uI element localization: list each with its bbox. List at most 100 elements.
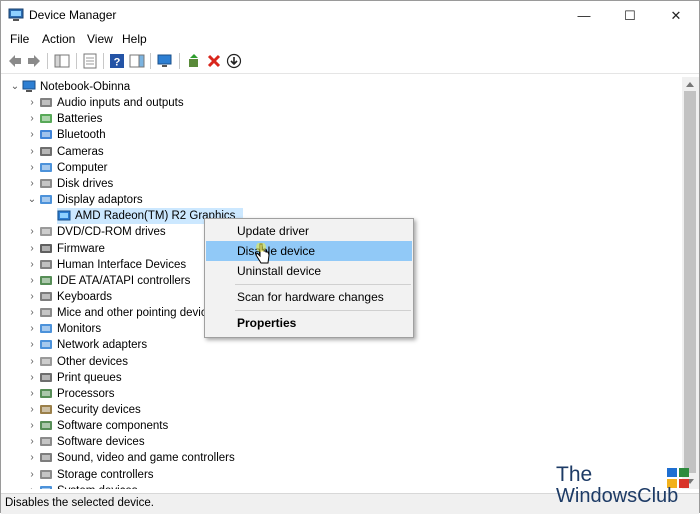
ctx-disable-device[interactable]: Disable device <box>206 241 412 261</box>
disable-device-download-icon[interactable] <box>226 53 242 69</box>
expand-chevron-icon[interactable]: › <box>27 402 37 418</box>
ctx-update-driver[interactable]: Update driver <box>206 221 412 241</box>
collapse-chevron-icon[interactable]: ⌄ <box>10 79 20 95</box>
tree-category-security-devices[interactable]: › Security devices <box>30 402 162 418</box>
tree-item-label: Firmware <box>57 243 105 255</box>
uninstall-x-icon[interactable] <box>206 53 222 69</box>
vertical-scrollbar[interactable] <box>682 77 699 489</box>
device-category-icon <box>40 324 52 333</box>
tree-category-print-queues[interactable]: › Print queues <box>30 370 137 386</box>
tree-category-other-devices[interactable]: › Other devices <box>30 354 143 370</box>
tree-category-disk-drives[interactable]: › Disk drives <box>30 176 130 192</box>
expand-chevron-icon[interactable]: › <box>27 241 37 257</box>
ctx-separator <box>235 310 411 311</box>
expand-chevron-icon[interactable]: › <box>27 273 37 289</box>
tree-category-display-adaptors[interactable]: ⌄ Display adaptors <box>28 192 162 208</box>
expand-chevron-icon[interactable]: › <box>27 354 37 370</box>
tree-category-sound-video-and-game-controllers[interactable]: › Sound, video and game controllers <box>30 450 269 466</box>
expand-chevron-icon[interactable]: › <box>27 450 37 466</box>
tree-category-keyboards[interactable]: › Keyboards <box>30 289 118 305</box>
toolbar: ? <box>1 49 699 74</box>
expand-chevron-icon[interactable]: › <box>27 127 37 143</box>
tree-category-network-adapters[interactable]: › Network adapters <box>30 337 162 353</box>
tree-category-cameras[interactable]: › Cameras <box>30 144 105 160</box>
tree-root-computer[interactable]: ⌄ Notebook-Obinna <box>11 79 139 95</box>
device-category-icon <box>40 453 52 462</box>
tree-category-storage-controllers[interactable]: › Storage controllers <box>30 467 181 483</box>
expand-chevron-icon[interactable]: › <box>27 483 37 489</box>
forward-arrow-icon[interactable] <box>26 53 42 69</box>
tree-item-label: Bluetooth <box>57 129 106 141</box>
expand-chevron-icon[interactable]: › <box>27 337 37 353</box>
tree-category-ide-ata-atapi-controllers[interactable]: › IDE ATA/ATAPI controllers <box>30 273 219 289</box>
ctx-properties[interactable]: Properties <box>206 313 412 333</box>
toolbar-separator <box>76 53 77 69</box>
expand-chevron-icon[interactable]: › <box>27 289 37 305</box>
display-adapter-icon <box>57 210 71 221</box>
tree-item-label: Processors <box>57 388 115 400</box>
expand-chevron-icon[interactable]: › <box>27 224 37 240</box>
device-category-icon <box>40 340 52 349</box>
expand-chevron-icon[interactable]: › <box>27 434 37 450</box>
expand-chevron-icon[interactable]: › <box>27 111 37 127</box>
expand-chevron-icon[interactable]: › <box>27 144 37 160</box>
tree-category-bluetooth[interactable]: › Bluetooth <box>30 127 118 143</box>
device-category-icon <box>40 98 52 107</box>
scan-hardware-monitor-icon[interactable] <box>157 53 173 69</box>
back-arrow-icon[interactable] <box>7 53 23 69</box>
status-text: Disables the selected device. <box>5 497 154 509</box>
collapse-chevron-icon[interactable]: ⌄ <box>27 192 37 208</box>
scrollbar-thumb[interactable] <box>684 91 696 473</box>
thewindowsclub-watermark: The WindowsClub <box>554 463 700 513</box>
tree-category-software-devices[interactable]: › Software devices <box>30 434 162 450</box>
properties-sheet-icon[interactable] <box>82 53 98 69</box>
expand-chevron-icon[interactable]: › <box>27 386 37 402</box>
tree-item-label: Software devices <box>57 436 145 448</box>
menu-file[interactable]: File <box>10 32 29 46</box>
expand-chevron-icon[interactable]: › <box>27 321 37 337</box>
ctx-separator <box>235 284 411 285</box>
ctx-scan-hardware[interactable]: Scan for hardware changes <box>206 287 412 307</box>
expand-chevron-icon[interactable]: › <box>27 257 37 273</box>
device-category-icon <box>40 130 52 139</box>
tree-item-label: Audio inputs and outputs <box>57 97 184 109</box>
expand-chevron-icon[interactable]: › <box>27 95 37 111</box>
expand-chevron-icon[interactable]: › <box>27 418 37 434</box>
help-icon[interactable]: ? <box>109 53 125 69</box>
expand-chevron-icon[interactable]: › <box>27 305 37 321</box>
tree-category-human-interface-devices[interactable]: › Human Interface Devices <box>30 257 206 273</box>
scroll-up-icon[interactable] <box>686 82 694 87</box>
ctx-uninstall-device[interactable]: Uninstall device <box>206 261 412 281</box>
toolbar-separator <box>103 53 104 69</box>
maximize-button[interactable]: ☐ <box>607 1 653 31</box>
minimize-button[interactable]: — <box>561 1 607 31</box>
tree-category-software-components[interactable]: › Software components <box>30 418 181 434</box>
toolbar-separator <box>150 53 151 69</box>
tree-category-audio-inputs-and-outputs[interactable]: › Audio inputs and outputs <box>30 95 212 111</box>
show-hide-console-tree-icon[interactable] <box>54 53 70 69</box>
device-category-icon <box>40 147 52 156</box>
tree-category-firmware[interactable]: › Firmware <box>30 241 111 257</box>
tree-item-label: Software components <box>57 420 169 432</box>
tree-category-computer[interactable]: › Computer <box>30 160 111 176</box>
tree-category-batteries[interactable]: › Batteries <box>30 111 118 127</box>
tree-item-label: Display adaptors <box>57 194 143 206</box>
device-category-icon <box>40 114 52 123</box>
menu-action[interactable]: Action <box>42 32 75 46</box>
svg-text:?: ? <box>114 57 121 69</box>
close-button[interactable]: ✕ <box>653 1 699 31</box>
expand-chevron-icon[interactable]: › <box>27 370 37 386</box>
menu-help[interactable]: Help <box>122 32 147 46</box>
expand-chevron-icon[interactable]: › <box>27 467 37 483</box>
tree-category-processors[interactable]: › Processors <box>30 386 124 402</box>
expand-chevron-icon[interactable]: › <box>27 160 37 176</box>
tree-category-monitors[interactable]: › Monitors <box>30 321 111 337</box>
action-pane-icon[interactable] <box>129 53 145 69</box>
tree-item-label: Storage controllers <box>57 469 154 481</box>
tree-category-dvd-cd-rom-drives[interactable]: › DVD/CD-ROM drives <box>30 224 168 240</box>
expand-chevron-icon[interactable]: › <box>27 176 37 192</box>
update-driver-icon[interactable] <box>186 53 202 69</box>
menu-view[interactable]: View <box>87 32 113 46</box>
tree-category-system-devices[interactable]: › System devices <box>30 483 149 489</box>
device-category-icon <box>40 195 52 204</box>
